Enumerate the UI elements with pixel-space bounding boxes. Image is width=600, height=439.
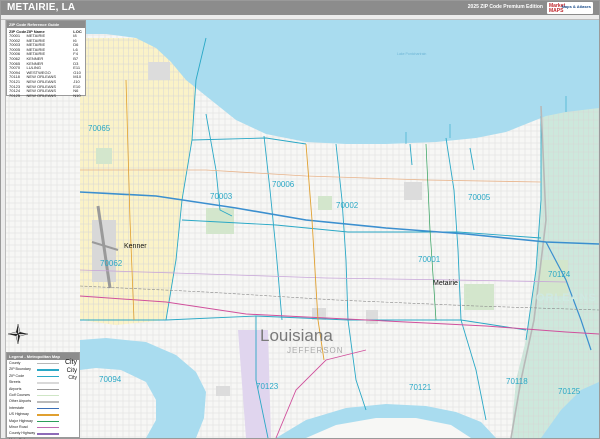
city-symbol-small: City: [68, 375, 77, 381]
edition-label: 2025 ZIP Code Premium Edition: [467, 4, 543, 10]
legend-item-label: Streets: [9, 380, 21, 385]
legend-swatch: [37, 388, 59, 390]
zip-label: 70118: [506, 377, 528, 386]
zip-label: 70125: [558, 387, 581, 396]
lake-label: Lake Pontchartrain: [397, 52, 427, 56]
zip-label: 70121: [409, 383, 432, 392]
zip-label: 70123: [256, 382, 279, 391]
map-legend: Legend - Metropolitan Map County ZIP Boun…: [6, 352, 80, 439]
zip-legend-title: ZIP Code Reference Guide: [7, 21, 85, 28]
north-arrow-icon: [7, 323, 29, 345]
legend-swatch: [37, 401, 59, 403]
orleans-parish-label: ORLEANS: [536, 292, 597, 304]
city-symbol-medium: City: [66, 368, 77, 374]
county-label: JEFFERSON: [287, 346, 344, 355]
zip-label: 70006: [272, 180, 295, 189]
map-graphic: [6, 20, 599, 438]
legend-item-label: Major Highway: [9, 418, 33, 423]
legend-swatch: [37, 420, 59, 422]
legend-swatch: [37, 426, 59, 429]
map-title: METAIRIE, LA: [7, 2, 76, 13]
city-label-kenner: Kenner: [124, 243, 147, 250]
legend-swatch: [37, 369, 59, 371]
zip-label: 70062: [100, 259, 123, 268]
legend-swatch: [37, 407, 59, 410]
legend-item-label: Interstate: [9, 405, 24, 410]
legend-item-label: County: [9, 361, 21, 365]
zip-label: 70094: [99, 375, 122, 384]
zip-label: 70005: [468, 193, 491, 202]
zip-legend-row: 70125 NEW ORLEANS N10: [7, 92, 85, 99]
city-symbol-large: City: [64, 359, 77, 366]
legend-item-label: County Highway: [9, 431, 36, 436]
zip-label: 70003: [210, 192, 233, 201]
legend-item-label: Golf Courses: [9, 392, 30, 397]
legend-swatch: [37, 382, 59, 384]
legend-swatch: [37, 414, 59, 416]
map-canvas[interactable]: [6, 20, 599, 438]
zip-label: 70124: [548, 270, 571, 279]
logo-tagline: Maps & Atlases: [561, 4, 591, 9]
zip-legend-cell: N10: [73, 92, 81, 98]
zip-legend-cell: 70125: [9, 92, 21, 98]
market-maps-logo: Market MAPS Maps & Atlases: [547, 2, 593, 14]
legend-swatch: [37, 363, 59, 365]
legend-item-label: ZIP Boundary: [9, 367, 31, 372]
zip-legend-cell: NEW ORLEANS: [26, 92, 57, 98]
legend-item-label: Airports: [9, 386, 22, 391]
zip-code-legend: ZIP Code Reference Guide ZIP Code ZIP Na…: [6, 20, 86, 99]
city-label-metairie: Metairie: [433, 280, 458, 287]
legend-item-label: US Highway: [9, 412, 29, 417]
legend-swatch: [37, 375, 59, 378]
state-label: Louisiana: [260, 326, 333, 345]
zip-label: 70002: [336, 201, 359, 210]
title-bar: METAIRIE, LA 2025 ZIP Code Premium Editi…: [1, 1, 599, 15]
legend-item-label: Minor Road: [9, 424, 28, 429]
legend-item-label: ZIP Code: [9, 373, 25, 378]
zip-label: 70065: [88, 124, 111, 133]
legend-swatch: [37, 394, 59, 397]
zip-label: 70001: [418, 255, 441, 264]
legend-swatch: [37, 433, 59, 435]
legend-item-label: Other Airports: [9, 399, 32, 404]
